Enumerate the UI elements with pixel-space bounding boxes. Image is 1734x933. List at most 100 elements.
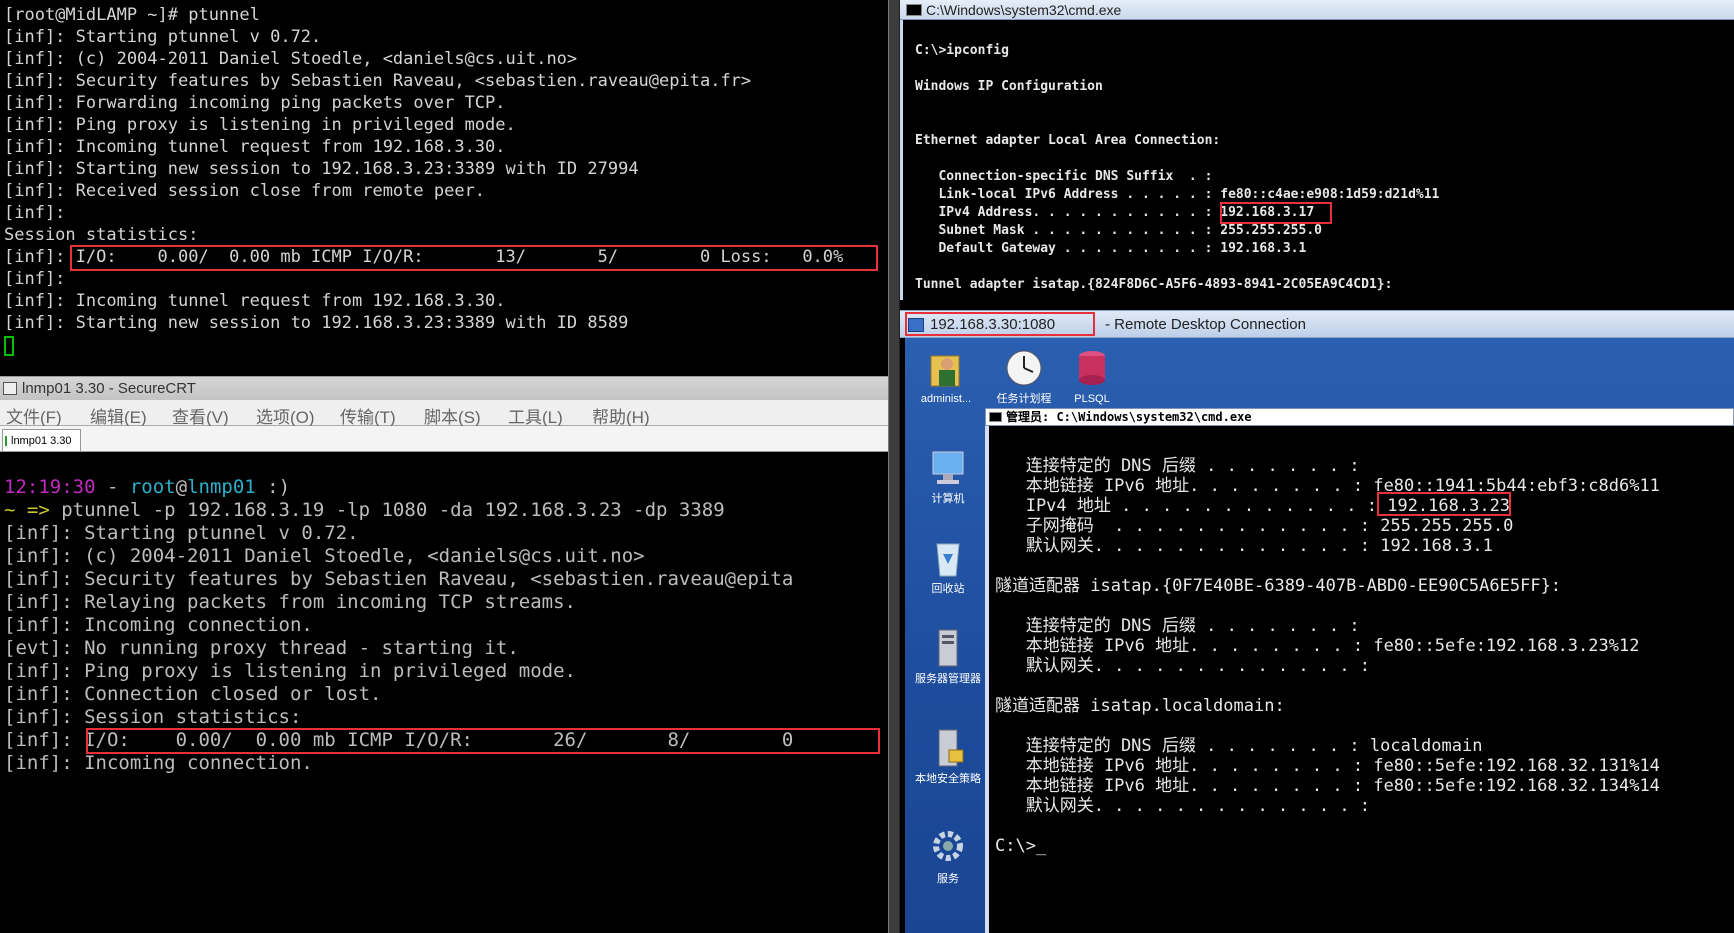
cmd-icon <box>989 412 1002 422</box>
terminal-line: [root@MidLAMP ~]# ptunnel <box>4 5 260 25</box>
terminal-cursor <box>4 336 14 356</box>
command-line: ~ => ptunnel -p 192.168.3.19 -lp 1080 -d… <box>4 499 725 522</box>
desktop-icon-plsql[interactable]: PLSQL <box>1057 346 1127 405</box>
prompt-dash: - <box>95 476 130 498</box>
terminal-line: Ethernet adapter Local Area Connection: <box>915 133 1221 148</box>
cmd-title-bar[interactable]: C:\Windows\system32\cmd.exe <box>900 0 1734 20</box>
terminal-line-ipv4: IPv4 Address. . . . . . . . . . . : 192.… <box>915 205 1315 220</box>
ipconfig-terminal[interactable]: C:\>ipconfig Windows IP Configuration Et… <box>900 20 1734 300</box>
tab-session[interactable]: lnmp01 3.30 <box>2 429 81 451</box>
terminal-line: [inf]: Starting ptunnel v 0.72. <box>4 27 322 47</box>
terminal-line: [inf]: Starting ptunnel v 0.72. <box>4 522 359 544</box>
terminal-line-stats: [inf]: I/O: 0.00/ 0.00 mb ICMP I/O/R: 13… <box>4 247 844 267</box>
terminal-line: 子网掩码 . . . . . . . . . . . . : 255.255.2… <box>995 516 1514 536</box>
terminal-line: [inf]: Starting new session to 192.168.3… <box>4 159 639 179</box>
terminal-line: [inf]: Ping proxy is listening in privil… <box>4 660 576 682</box>
terminal-line: [inf]: Starting new session to 192.168.3… <box>4 313 629 333</box>
terminal-line: 默认网关. . . . . . . . . . . . . : 192.168.… <box>995 536 1493 556</box>
terminal-line: [inf]: Incoming connection. <box>4 614 313 636</box>
terminal-line: 隧道适配器 isatap.localdomain: <box>995 696 1285 716</box>
menu-options[interactable]: 选项(O) <box>256 403 315 428</box>
terminal-line: Windows IP Configuration <box>915 79 1103 94</box>
security-policy-icon <box>938 729 964 767</box>
terminal-line: [evt]: No running proxy thread - startin… <box>4 637 519 659</box>
desktop-icon-task-scheduler[interactable]: 任务计划程 <box>989 346 1059 405</box>
cmd-icon <box>906 4 922 16</box>
terminal-line: 连接特定的 DNS 后缀 . . . . . . . : <box>995 456 1360 476</box>
terminal-line: Link-local IPv6 Address . . . . . : fe80… <box>915 187 1440 202</box>
desktop-icon-label: 任务计划程 <box>996 393 1052 405</box>
desktop-icon-label: 服务 <box>937 873 959 885</box>
prompt-at: @ <box>175 476 188 498</box>
securecrt-title-bar[interactable]: lnmp01 3.30 - SecureCRT <box>0 376 888 400</box>
rdp-icon <box>908 318 924 332</box>
window-title: lnmp01 3.30 - SecureCRT <box>22 380 196 397</box>
desktop-icon-computer[interactable]: 计算机 <box>913 446 983 505</box>
desktop-icon-recycle-bin[interactable]: 回收站 <box>913 536 983 595</box>
rdp-title-bar[interactable]: 192.168.3.30:1080 - Remote Desktop Conne… <box>900 310 1734 338</box>
menu-script[interactable]: 脚本(S) <box>424 403 481 428</box>
menu-file[interactable]: 文件(F) <box>6 403 62 428</box>
remote-cmd-title-bar[interactable]: 管理员: C:\Windows\system32\cmd.exe <box>985 408 1734 426</box>
desktop-icon-administrator[interactable]: administ... <box>911 346 981 405</box>
shell-prompt: 12:19:30 - root@lnmp01 :) <box>4 476 290 499</box>
terminal-line: C:\>_ <box>995 836 1047 856</box>
desktop-icon-label: 回收站 <box>931 583 965 595</box>
menu-transfer[interactable]: 传输(T) <box>340 403 396 428</box>
menu-view[interactable]: 查看(V) <box>172 403 229 428</box>
prompt-user: root <box>129 476 176 498</box>
rdp-title: - Remote Desktop Connection <box>1105 316 1306 333</box>
terminal-line: Tunnel adapter isatap.{824F8D6C-A5F6-489… <box>915 277 1393 292</box>
terminal-line: 本地链接 IPv6 地址. . . . . . . . : fe80::5efe… <box>995 636 1640 656</box>
terminal-line: [inf]: Security features by Sebastien Ra… <box>4 71 752 91</box>
desktop-icon-label: 计算机 <box>931 493 965 505</box>
computer-icon <box>932 451 964 484</box>
desktop-icon-label: PLSQL <box>1074 393 1110 405</box>
menu-edit[interactable]: 编辑(E) <box>90 403 147 428</box>
terminal-line: 连接特定的 DNS 后缀 . . . . . . . : <box>995 616 1360 636</box>
pane-divider[interactable] <box>888 0 900 933</box>
terminal-line: [inf]: Received session close from remot… <box>4 181 486 201</box>
database-icon <box>1079 351 1105 385</box>
terminal-line: [inf]: Relaying packets from incoming TC… <box>4 591 576 613</box>
user-folder-icon <box>930 355 960 387</box>
recycle-bin-icon <box>936 543 960 577</box>
prompt-time: 12:19:30 <box>4 476 96 498</box>
desktop-icon-label: administ... <box>920 393 972 405</box>
terminal-line: [inf]: (c) 2004-2011 Daniel Stoedle, <da… <box>4 49 578 69</box>
terminal-line: [inf]: Incoming tunnel request from 192.… <box>4 137 506 157</box>
window-title: C:\Windows\system32\cmd.exe <box>926 2 1122 18</box>
securecrt-menu-bar: 文件(F) 编辑(E) 查看(V) 选项(O) 传输(T) 脚本(S) 工具(L… <box>0 400 888 428</box>
terminal-line: 默认网关. . . . . . . . . . . . . : <box>995 656 1371 676</box>
command-text: ptunnel -p 192.168.3.19 -lp 1080 -da 192… <box>49 499 725 521</box>
menu-tools[interactable]: 工具(L) <box>508 403 563 428</box>
terminal-line: [inf]: Ping proxy is listening in privil… <box>4 115 516 135</box>
terminal-line: 隧道适配器 isatap.{0F7E40BE-6389-407B-ABD0-EE… <box>995 576 1562 596</box>
desktop-icon-services[interactable]: 服务 <box>913 826 983 885</box>
terminal-line: [inf]: <box>4 269 66 289</box>
rdp-address: 192.168.3.30:1080 <box>930 316 1056 333</box>
menu-help[interactable]: 帮助(H) <box>592 403 650 428</box>
ptunnel-client-terminal[interactable]: 12:19:30 - root@lnmp01 :) ~ => ptunnel -… <box>0 452 888 933</box>
terminal-line: 本地链接 IPv6 地址. . . . . . . . : fe80::5efe… <box>995 776 1660 796</box>
terminal-line: Connection-specific DNS Suffix . : <box>915 169 1213 184</box>
desktop-icon-local-security-policy[interactable]: 本地安全策略 <box>913 726 983 785</box>
prompt-host: lnmp01 <box>187 476 256 498</box>
prompt-tail: :) <box>255 476 291 498</box>
terminal-line: Session statistics: <box>4 225 199 245</box>
ptunnel-server-terminal[interactable]: [root@MidLAMP ~]# ptunnel [inf]: Startin… <box>0 0 888 372</box>
desktop-icon-server-manager[interactable]: 服务器管理器 <box>913 626 983 685</box>
securecrt-tab-strip: lnmp01 3.30 <box>0 426 888 452</box>
terminal-line: [inf]: (c) 2004-2011 Daniel Stoedle, <da… <box>4 545 645 567</box>
terminal-line: Default Gateway . . . . . . . . . : 192.… <box>915 241 1307 256</box>
remote-ipconfig-terminal[interactable]: 连接特定的 DNS 后缀 . . . . . . . : 本地链接 IPv6 地… <box>985 426 1734 933</box>
app-icon <box>3 382 17 395</box>
terminal-line: 连接特定的 DNS 后缀 . . . . . . . : localdomain <box>995 736 1483 756</box>
terminal-line: [inf]: Session statistics: <box>4 706 302 728</box>
terminal-line: [inf]: Connection closed or lost. <box>4 683 382 705</box>
terminal-line: Subnet Mask . . . . . . . . . . . : 255.… <box>915 223 1322 238</box>
terminal-line: C:\>ipconfig <box>915 43 1009 58</box>
terminal-line: 本地链接 IPv6 地址. . . . . . . . : fe80::5efe… <box>995 756 1660 776</box>
command-prefix: ~ => <box>4 499 50 521</box>
terminal-line-ipv4: IPv4 地址 . . . . . . . . . . . . : 192.16… <box>995 496 1511 516</box>
